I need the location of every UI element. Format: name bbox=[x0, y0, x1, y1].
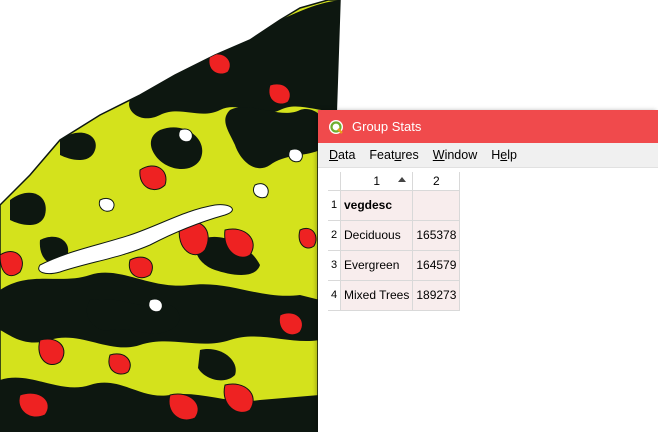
menu-window[interactable]: Window bbox=[426, 148, 484, 162]
table-cell[interactable]: Evergreen bbox=[340, 250, 414, 281]
column-header-2[interactable]: 2 bbox=[412, 172, 461, 191]
row-header-4[interactable]: 4 bbox=[328, 280, 341, 311]
table-row: 1 vegdesc bbox=[328, 190, 461, 221]
white-gap bbox=[178, 128, 193, 143]
menu-help[interactable]: Help bbox=[484, 148, 524, 162]
table-row: 3 Evergreen 164579 bbox=[328, 250, 461, 281]
table-cell[interactable]: Deciduous bbox=[340, 220, 414, 251]
table-cell[interactable] bbox=[412, 190, 461, 221]
qgis-logo-icon bbox=[329, 119, 343, 134]
menu-data[interactable]: Data bbox=[322, 148, 362, 162]
table-cell[interactable]: 164579 bbox=[412, 250, 461, 281]
column-header-1[interactable]: 1 bbox=[340, 172, 414, 191]
sort-ascending-icon bbox=[398, 177, 407, 182]
white-gap bbox=[98, 197, 115, 212]
black-patch bbox=[60, 132, 96, 160]
stats-table: 1 2 1 vegdesc 2 Deciduous 165378 3 Everg… bbox=[328, 172, 461, 311]
table-cell[interactable]: vegdesc bbox=[340, 190, 414, 221]
white-gap bbox=[252, 183, 269, 199]
row-header-3[interactable]: 3 bbox=[328, 250, 341, 281]
table-row: 4 Mixed Trees 189273 bbox=[328, 280, 461, 311]
black-patch bbox=[10, 192, 46, 225]
row-header-2[interactable]: 2 bbox=[328, 220, 341, 251]
table-corner[interactable] bbox=[328, 172, 341, 191]
red-patch bbox=[298, 228, 317, 249]
group-stats-window: Group Stats Data Features Window Help 1 … bbox=[318, 110, 658, 432]
white-gap bbox=[148, 298, 163, 313]
menu-bar: Data Features Window Help bbox=[318, 143, 658, 168]
row-header-1[interactable]: 1 bbox=[328, 190, 341, 221]
black-patch bbox=[129, 0, 340, 119]
table-cell[interactable]: 165378 bbox=[412, 220, 461, 251]
table-cell[interactable]: 189273 bbox=[412, 280, 461, 311]
table-cell[interactable]: Mixed Trees bbox=[340, 280, 414, 311]
white-gap bbox=[288, 148, 303, 163]
title-bar[interactable]: Group Stats bbox=[318, 110, 658, 143]
menu-features[interactable]: Features bbox=[362, 148, 425, 162]
window-title: Group Stats bbox=[352, 119, 422, 134]
table-row: 2 Deciduous 165378 bbox=[328, 220, 461, 251]
red-patch bbox=[128, 256, 153, 279]
